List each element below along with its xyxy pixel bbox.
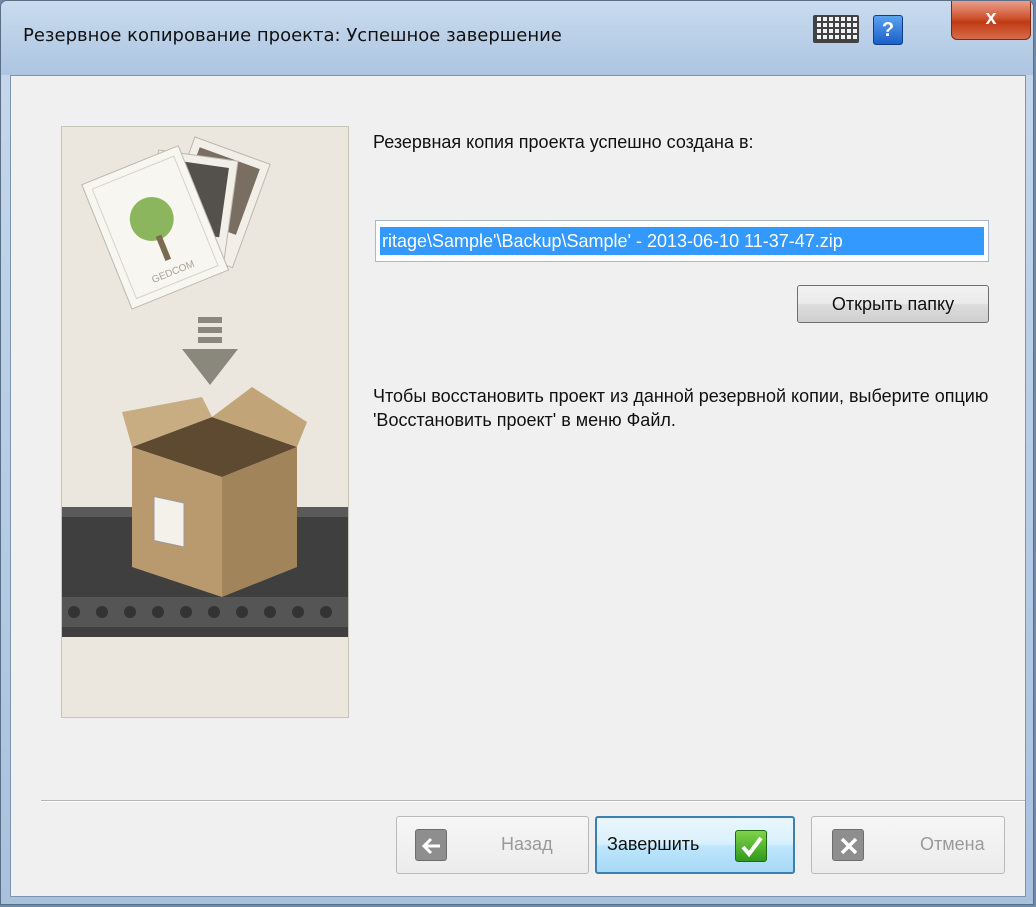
close-button[interactable]: x bbox=[951, 1, 1031, 40]
back-button-label: Назад bbox=[501, 834, 553, 854]
open-folder-button[interactable]: Открыть папку bbox=[797, 285, 989, 323]
checkmark-icon bbox=[735, 830, 767, 862]
window-title: Резервное копирование проекта: Успешное … bbox=[23, 25, 562, 46]
keyboard-icon[interactable] bbox=[813, 15, 859, 43]
cancel-button-label: Отмена bbox=[920, 834, 985, 854]
finish-button-label: Завершить bbox=[607, 834, 700, 854]
dialog-window: Резервное копирование проекта: Успешное … bbox=[0, 0, 1034, 905]
help-icon[interactable]: ? bbox=[873, 15, 903, 45]
cardboard-box-icon bbox=[122, 387, 307, 597]
footer-divider bbox=[41, 800, 1025, 802]
cross-icon bbox=[832, 829, 864, 861]
backup-path-field[interactable]: ritage\Sample'\Backup\Sample' - 2013-06-… bbox=[375, 220, 989, 262]
back-button[interactable]: Назад bbox=[396, 816, 589, 874]
backup-illustration: GEDCOM bbox=[61, 126, 349, 718]
dialog-body: GEDCOM Резервная копия проекта успешно с… bbox=[10, 75, 1026, 897]
cancel-button[interactable]: Отмена bbox=[811, 816, 1005, 874]
finish-button[interactable]: Завершить bbox=[595, 816, 795, 874]
restore-hint-text: Чтобы восстановить проект из данной резе… bbox=[373, 386, 989, 430]
title-bar[interactable]: Резервное копирование проекта: Успешное … bbox=[1, 1, 1033, 75]
arrow-left-icon bbox=[415, 829, 447, 861]
success-heading: Резервная копия проекта успешно создана … bbox=[373, 132, 754, 152]
backup-path-value[interactable]: ritage\Sample'\Backup\Sample' - 2013-06-… bbox=[380, 227, 984, 255]
